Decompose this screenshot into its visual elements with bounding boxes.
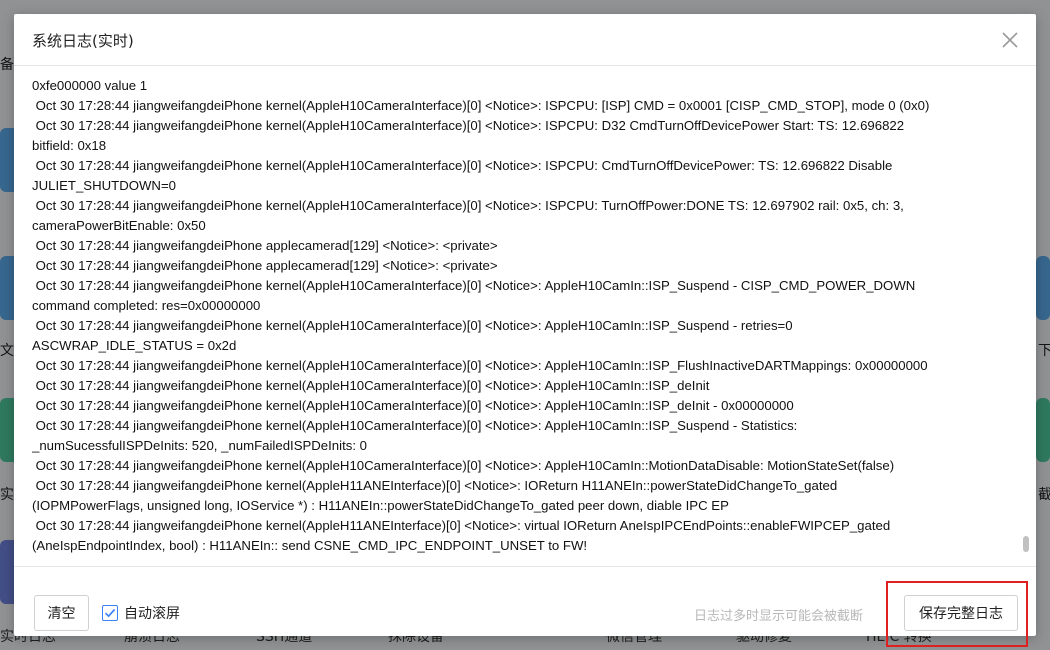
log-line: Oct 30 17:28:44 jiangweifangdeiPhone ker… [32,398,794,413]
scrollbar-thumb[interactable] [1023,536,1029,552]
log-line: Oct 30 17:28:44 jiangweifangdeiPhone ker… [32,318,793,353]
dialog-header: 系统日志(实时) [14,14,1036,66]
log-line: Oct 30 17:28:44 jiangweifangdeiPhone ker… [32,278,916,313]
checkmark-icon [104,608,116,618]
log-scrollbar[interactable] [1022,66,1030,566]
autoscroll-toggle[interactable]: 自动滚屏 [102,603,180,623]
log-line: Oct 30 17:28:44 jiangweifangdeiPhone ker… [32,478,838,513]
clear-button[interactable]: 清空 [34,595,89,631]
log-line: 0xfe000000 value 1 [32,78,148,93]
log-output[interactable]: 0xfe000000 value 1 Oct 30 17:28:44 jiang… [32,76,1018,562]
truncation-hint: 日志过多时显示可能会被截断 [694,609,864,624]
autoscroll-label: 自动滚屏 [124,606,180,622]
log-text: 0xfe000000 value 1 Oct 30 17:28:44 jiang… [32,76,1018,556]
log-line: Oct 30 17:28:44 jiangweifangdeiPhone app… [32,258,498,273]
log-line: Oct 30 17:28:44 jiangweifangdeiPhone app… [32,238,498,253]
autoscroll-checkbox[interactable] [102,605,118,621]
log-line: Oct 30 17:28:44 jiangweifangdeiPhone ker… [32,98,930,113]
log-line: Oct 30 17:28:44 jiangweifangdeiPhone ker… [32,518,891,553]
dialog-footer: 清空 自动滚屏 日志过多时显示可能会被截断 保存完整日志 [14,566,1036,647]
log-line: Oct 30 17:28:44 jiangweifangdeiPhone ker… [32,198,904,233]
log-line: Oct 30 17:28:44 jiangweifangdeiPhone ker… [32,358,928,373]
highlight-annotation [886,581,1028,647]
system-log-dialog: 系统日志(实时) 0xfe000000 value 1 Oct 30 17:28… [14,14,1036,647]
log-line: Oct 30 17:28:44 jiangweifangdeiPhone ker… [32,118,905,153]
log-line: Oct 30 17:28:44 jiangweifangdeiPhone ker… [32,458,895,473]
close-icon[interactable] [998,28,1022,52]
log-line: Oct 30 17:28:44 jiangweifangdeiPhone ker… [32,378,710,393]
log-line: Oct 30 17:28:44 jiangweifangdeiPhone ker… [32,158,893,193]
log-line: Oct 30 17:28:44 jiangweifangdeiPhone ker… [32,418,798,453]
dialog-title: 系统日志(实时) [32,32,134,50]
